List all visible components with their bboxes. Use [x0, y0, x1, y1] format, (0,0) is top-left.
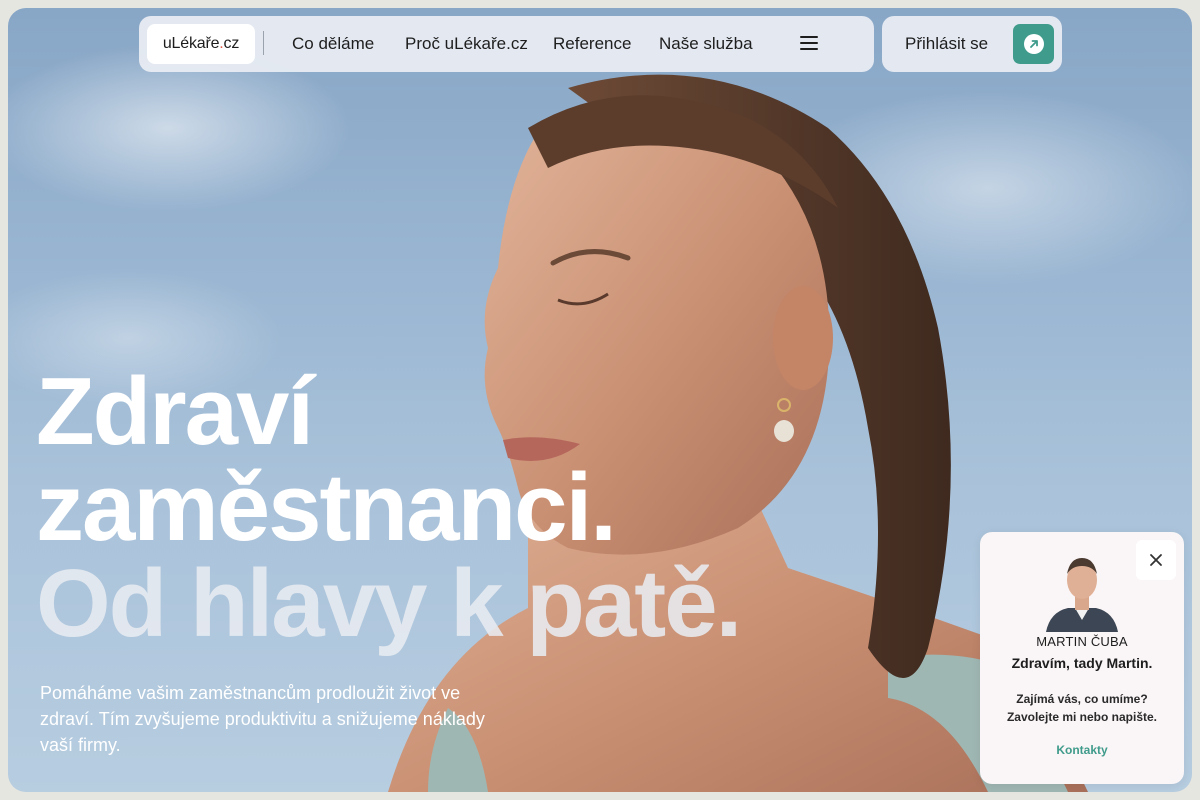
contacts-link[interactable]: Kontakty [980, 743, 1184, 757]
contact-chat-card: MARTIN ČUBA Zdravím, tady Martin. Zajímá… [980, 532, 1184, 784]
hero-title-line-3: Od hlavy k patě. [36, 550, 742, 657]
nav-link-reference[interactable]: Reference [553, 34, 631, 54]
chat-contact-name: MARTIN ČUBA [1036, 634, 1128, 649]
main-navigation: uLékaře. cz Co děláme Proč uLékaře.cz Ref… [139, 16, 874, 72]
chat-greeting: Zdravím, tady Martin. [1011, 655, 1153, 671]
hero-subtitle: Pomáháme vašim zaměstnancům prodloužit ž… [40, 683, 485, 755]
login-label: Přihlásit se [905, 34, 989, 53]
login-arrow-button[interactable] [1013, 24, 1054, 64]
login-button[interactable]: Přihlásit se [882, 16, 1062, 72]
avatar [1046, 558, 1118, 632]
close-icon[interactable] [1136, 540, 1176, 580]
logo-text: uLékaře [162, 35, 220, 52]
arrow-up-right-icon [1023, 34, 1044, 54]
chat-message: Zajímá vás, co umíme? Zavolejte mi nebo … [1006, 692, 1158, 724]
nav-link-co-delame[interactable]: Co děláme [292, 34, 374, 54]
hamburger-menu-icon[interactable] [800, 36, 818, 52]
hero-title-line-2: zaměstnanci. [36, 454, 617, 561]
nav-link-nase-sluzba[interactable]: Naše služba [659, 34, 753, 54]
hero-title-line-1: Zdraví [36, 358, 314, 465]
nav-link-proc-ulekare[interactable]: Proč uLékaře.cz [405, 34, 528, 54]
nav-divider [263, 31, 264, 55]
site-logo[interactable]: uLékaře. cz [147, 24, 255, 64]
logo-suffix: cz [223, 35, 240, 52]
